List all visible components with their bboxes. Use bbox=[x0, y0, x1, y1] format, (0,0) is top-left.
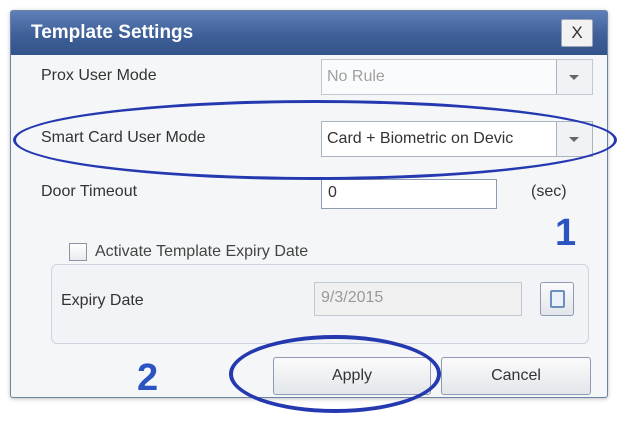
prox-user-mode-value: No Rule bbox=[327, 68, 385, 85]
close-icon: X bbox=[571, 23, 583, 42]
prox-user-mode-label: Prox User Mode bbox=[41, 67, 157, 84]
door-timeout-input[interactable]: 0 bbox=[321, 179, 497, 209]
annotation-number-2: 2 bbox=[137, 357, 159, 399]
expiry-date-label: Expiry Date bbox=[61, 292, 144, 309]
expiry-date-value: 9/3/2015 bbox=[321, 289, 384, 306]
door-timeout-value: 0 bbox=[328, 184, 337, 201]
door-timeout-label: Door Timeout bbox=[41, 183, 138, 200]
dialog-title: Template Settings bbox=[31, 22, 194, 43]
annotation-ellipse-smart-card bbox=[13, 100, 617, 180]
calendar-button[interactable] bbox=[540, 282, 574, 316]
calendar-icon bbox=[550, 290, 565, 308]
cancel-button[interactable]: Cancel bbox=[441, 357, 591, 395]
annotation-ellipse-apply bbox=[229, 335, 441, 413]
prox-user-mode-dropdown-button[interactable] bbox=[556, 60, 592, 94]
annotation-number-1: 1 bbox=[555, 212, 577, 254]
prox-user-mode-select[interactable]: No Rule bbox=[321, 59, 593, 95]
dropdown-arrow-icon bbox=[569, 75, 579, 80]
close-button[interactable]: X bbox=[561, 19, 593, 47]
activate-expiry-checkbox[interactable] bbox=[69, 243, 87, 261]
dialog-titlebar: Template Settings X bbox=[11, 11, 607, 55]
expiry-date-input[interactable]: 9/3/2015 bbox=[314, 282, 522, 316]
activate-expiry-label: Activate Template Expiry Date bbox=[95, 243, 309, 260]
door-timeout-unit: (sec) bbox=[531, 183, 567, 200]
